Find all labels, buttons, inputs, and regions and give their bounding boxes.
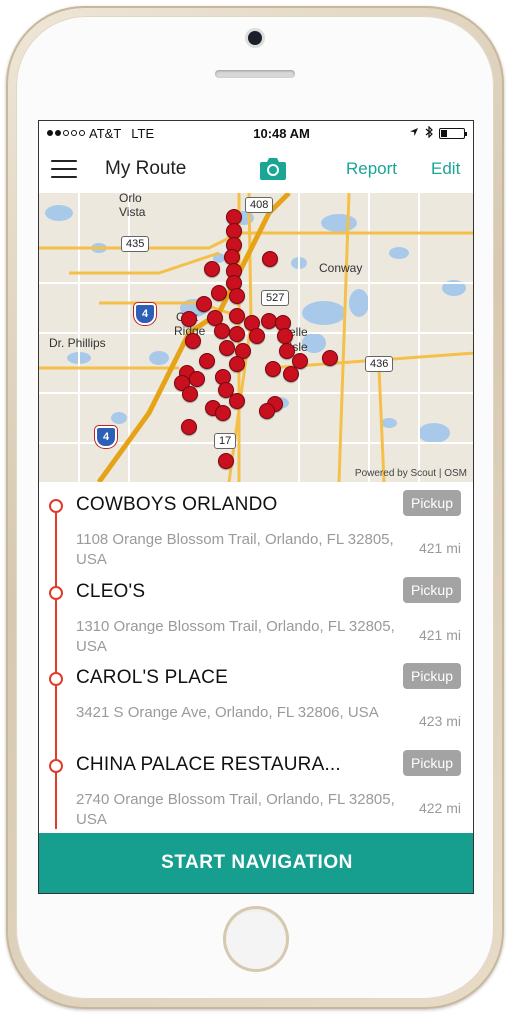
map-marker[interactable] <box>283 366 299 382</box>
map-marker[interactable] <box>182 386 198 402</box>
stop-marker-icon <box>49 672 63 686</box>
map-label-vista: Vista <box>119 205 146 219</box>
stop-item[interactable]: CLEO'S Pickup 1310 Orange Blossom Trail,… <box>39 569 473 656</box>
map-label-orlo: Orlo <box>119 193 142 205</box>
report-button[interactable]: Report <box>346 159 397 179</box>
map-marker[interactable] <box>185 333 201 349</box>
stop-list: COWBOYS ORLANDO Pickup 1108 Orange Bloss… <box>39 482 473 829</box>
route-shield-408: 408 <box>245 197 274 213</box>
edit-button[interactable]: Edit <box>431 159 460 179</box>
map-marker[interactable] <box>229 326 245 342</box>
status-left: AT&T LTE <box>47 126 154 141</box>
pickup-button[interactable]: Pickup <box>403 490 461 516</box>
map-marker[interactable] <box>259 403 275 419</box>
status-time: 10:48 AM <box>253 125 310 141</box>
route-shield-435: 435 <box>121 236 150 252</box>
map-marker[interactable] <box>181 419 197 435</box>
map-marker[interactable] <box>218 453 234 469</box>
stop-item[interactable]: CAROL'S PLACE Pickup 3421 S Orange Ave, … <box>39 655 473 742</box>
stop-marker-icon <box>49 585 63 600</box>
camera-icon[interactable] <box>259 155 287 181</box>
route-shield-436: 436 <box>365 356 394 372</box>
start-navigation-button[interactable]: START NAVIGATION <box>39 833 473 893</box>
battery-icon <box>438 127 467 139</box>
map-marker[interactable] <box>249 328 265 344</box>
stop-item[interactable]: COWBOYS ORLANDO Pickup 1108 Orange Bloss… <box>39 482 473 569</box>
map-marker[interactable] <box>215 405 231 421</box>
menu-icon[interactable] <box>51 160 77 178</box>
map-marker[interactable] <box>265 361 281 377</box>
route-shield-527: 527 <box>261 290 290 306</box>
bluetooth-icon <box>425 125 433 141</box>
route-shield-17: 17 <box>214 433 237 449</box>
map-marker[interactable] <box>229 393 245 409</box>
stop-name: CHINA PALACE RESTAURA... <box>76 753 341 775</box>
map-marker[interactable] <box>189 371 205 387</box>
nav-bar: My Route Report Edit <box>39 145 473 193</box>
status-right <box>409 125 467 141</box>
home-button[interactable] <box>223 906 289 972</box>
stop-name: CLEO'S <box>76 580 146 602</box>
map-label-conway: Conway <box>319 261 363 275</box>
stop-address: 2740 Orange Blossom Trail, Orlando, FL 3… <box>76 790 395 828</box>
stop-address: 3421 S Orange Ave, Orlando, FL 32806, US… <box>76 704 379 721</box>
page-title: My Route <box>105 158 187 179</box>
carrier-label: AT&T <box>89 125 122 141</box>
interstate-shield-north: 4 <box>134 303 156 325</box>
interstate-shield-south: 4 <box>95 426 117 448</box>
map-marker[interactable] <box>181 311 197 327</box>
map-marker[interactable] <box>196 296 212 312</box>
map-marker[interactable] <box>229 288 245 304</box>
stop-marker-icon <box>49 499 63 513</box>
stop-distance: 421 mi <box>418 626 461 643</box>
front-camera <box>248 31 262 45</box>
map-marker[interactable] <box>277 328 293 344</box>
map-marker[interactable] <box>214 323 230 339</box>
map-attribution[interactable]: Powered by Scout | OSM <box>355 468 467 479</box>
pickup-button[interactable]: Pickup <box>403 576 461 603</box>
app-screen: AT&T LTE 10:48 AM My Route Report Edit O… <box>38 120 474 894</box>
map-label-dr-phillips: Dr. Phillips <box>49 336 106 350</box>
signal-strength-icon <box>47 130 85 136</box>
network-label: LTE <box>131 125 155 141</box>
stop-distance: 422 mi <box>418 799 461 816</box>
stop-item[interactable]: CHINA PALACE RESTAURA... Pickup 2740 Ora… <box>39 742 473 829</box>
pickup-button[interactable]: Pickup <box>403 749 461 776</box>
status-bar: AT&T LTE 10:48 AM <box>39 121 473 145</box>
map-marker[interactable] <box>219 340 235 356</box>
stop-name: CAROL'S PLACE <box>76 667 228 688</box>
stop-distance: 423 mi <box>418 713 461 729</box>
map-marker[interactable] <box>229 308 245 324</box>
map-marker[interactable] <box>322 350 338 366</box>
pickup-button[interactable]: Pickup <box>403 663 461 689</box>
map-marker[interactable] <box>199 353 215 369</box>
map-marker[interactable] <box>211 285 227 301</box>
stop-marker-icon <box>49 758 63 773</box>
map-marker[interactable] <box>262 251 278 267</box>
map-marker[interactable] <box>204 261 220 277</box>
stop-name: COWBOYS ORLANDO <box>76 494 278 515</box>
map-marker[interactable] <box>229 356 245 372</box>
stop-distance: 421 mi <box>418 540 461 556</box>
stop-address: 1310 Orange Blossom Trail, Orlando, FL 3… <box>76 617 395 655</box>
location-arrow-icon <box>409 126 419 140</box>
earpiece-speaker <box>215 70 295 78</box>
stop-address: 1108 Orange Blossom Trail, Orlando, FL 3… <box>76 531 394 568</box>
route-map[interactable]: Orlo Vista Conway Dr. Phillips Oak Ridge… <box>39 193 473 482</box>
